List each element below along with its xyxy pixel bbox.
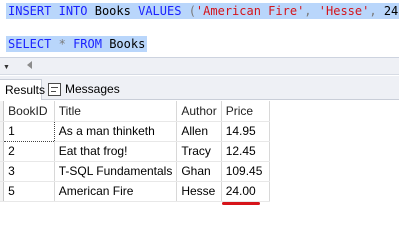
chevron-down-icon: ▼ [3, 64, 10, 71]
column-header-title[interactable]: Title [54, 101, 178, 122]
table-row[interactable]: 3 T-SQL Fundamentals Ghan 109.45 [0, 161, 271, 182]
column-header-price[interactable]: Price [221, 101, 271, 122]
keyword-insert: INSERT [8, 4, 52, 18]
cell-title[interactable]: T-SQL Fundamentals [54, 161, 178, 182]
results-grid[interactable]: BookID Title Author Price 1 As a man thi… [0, 101, 271, 205]
messages-icon [48, 83, 61, 96]
keyword-values: VALUES [138, 4, 182, 18]
comma: , [369, 4, 377, 18]
comma: , [304, 4, 312, 18]
table-row[interactable]: 2 Eat that frog! Tracy 12.45 [0, 141, 271, 162]
grid-header-row: BookID Title Author Price [0, 101, 271, 122]
cell-price[interactable]: 109.45 [221, 161, 271, 182]
code-line-insert[interactable]: INSERT INTO Books VALUES ('American Fire… [6, 3, 399, 19]
cell-author[interactable]: Tracy [176, 141, 222, 162]
star-operator: * [58, 37, 66, 51]
cell-price-value: 24.00 [225, 184, 256, 198]
cell-author[interactable]: Allen [176, 121, 222, 142]
results-tabbar: Results Messages [0, 76, 399, 100]
cell-bookid[interactable]: 5 [3, 181, 55, 202]
code-line-select[interactable]: SELECT * FROM Books [6, 36, 148, 52]
cell-price-highlighted[interactable]: 24.00 [221, 181, 271, 205]
column-header-author[interactable]: Author [176, 101, 222, 122]
string-title: 'American Fire' [195, 4, 305, 18]
red-underline-annotation [221, 201, 260, 205]
cell-author[interactable]: Hesse [176, 181, 222, 202]
keyword-from: FROM [73, 37, 102, 51]
column-header-bookid[interactable]: BookID [3, 101, 55, 122]
keyword-select: SELECT [8, 37, 52, 51]
cell-title[interactable]: As a man thinketh [54, 121, 178, 142]
paren-open: ( [188, 4, 196, 18]
identifier-table: Books [94, 4, 131, 18]
zoom-dropdown[interactable]: ▼ [0, 59, 22, 74]
tab-results[interactable]: Results [0, 79, 46, 100]
keyword-into: INTO [58, 4, 88, 18]
cell-author[interactable]: Ghan [176, 161, 222, 182]
cell-bookid[interactable]: 1 [3, 120, 55, 142]
cell-title[interactable]: American Fire [54, 181, 178, 202]
tab-messages[interactable]: Messages [45, 79, 120, 100]
cell-bookid[interactable]: 2 [3, 141, 55, 162]
number-price: 24 [383, 4, 399, 18]
table-row[interactable]: 1 As a man thinketh Allen 14.95 [0, 120, 271, 142]
editor-status-strip: ▼ [0, 57, 399, 75]
scroll-left-arrow-icon[interactable] [27, 61, 32, 69]
cell-price[interactable]: 14.95 [221, 121, 271, 142]
cell-price[interactable]: 12.45 [221, 141, 271, 162]
identifier-table: Books [109, 37, 146, 51]
cell-title[interactable]: Eat that frog! [54, 141, 178, 162]
sql-editor[interactable]: INSERT INTO Books VALUES ('American Fire… [0, 0, 399, 55]
table-row[interactable]: 5 American Fire Hesse 24.00 [0, 181, 271, 205]
cell-bookid[interactable]: 3 [3, 161, 55, 182]
tab-messages-label: Messages [65, 82, 120, 96]
tab-results-label: Results [5, 82, 46, 97]
string-author: 'Hesse' [318, 4, 370, 18]
